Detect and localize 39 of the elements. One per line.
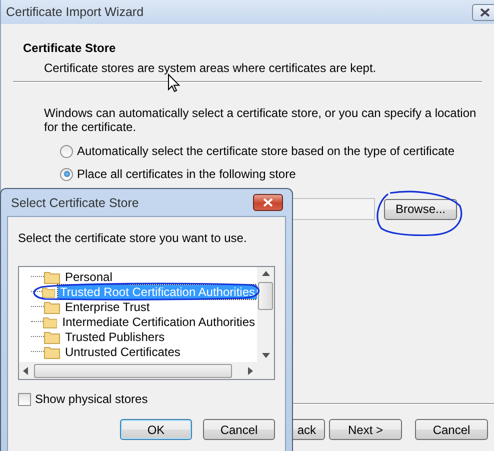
store-item[interactable]: Untrusted Certificates [63, 344, 182, 358]
folder-icon [44, 300, 60, 314]
radio-label: Place all certificates in the following store [77, 167, 296, 181]
scroll-right-icon[interactable] [248, 366, 253, 374]
vertical-scrollbar[interactable] [257, 267, 274, 362]
scroll-thumb[interactable] [258, 282, 273, 310]
page-title: Certificate Store [23, 41, 117, 55]
store-item[interactable]: Intermediate Certification Authorities [60, 314, 257, 328]
browse-button[interactable]: Browse... [384, 198, 457, 220]
cancel-button[interactable]: Cancel [203, 419, 275, 440]
checkbox-label: Show physical stores [35, 392, 148, 406]
intro-text: Windows can automatically select a certificate store, or you can specify a location for the certificate. [44, 106, 478, 134]
radio-button[interactable] [60, 168, 73, 180]
store-item[interactable]: Trusted Publishers [63, 330, 167, 344]
dialog-title: Select Certificate Store [11, 196, 139, 210]
scroll-up-icon[interactable] [262, 271, 270, 276]
store-item[interactable]: Enterprise Trust [63, 300, 152, 314]
close-button[interactable] [472, 4, 494, 20]
checkbox[interactable] [18, 392, 31, 406]
folder-icon [44, 330, 60, 344]
scroll-down-icon[interactable] [262, 353, 270, 358]
radio-button[interactable] [60, 144, 73, 158]
folder-icon [42, 314, 58, 328]
ok-button[interactable]: OK [120, 419, 192, 440]
window-title: Certificate Import Wizard [6, 5, 144, 19]
next-button[interactable]: Next > [329, 419, 402, 440]
scroll-thumb[interactable] [34, 364, 232, 378]
horizontal-scrollbar[interactable] [19, 362, 257, 379]
store-item[interactable]: Personal [63, 270, 114, 284]
close-icon[interactable] [480, 8, 490, 16]
folder-icon [44, 270, 60, 284]
folder-icon [44, 344, 60, 358]
page-subtitle: Certificate stores are system areas where certificates are kept. [44, 61, 376, 75]
prompt-text: Select the certificate store you want to use. [18, 231, 248, 245]
cancel-button[interactable]: Cancel [415, 419, 488, 440]
scroll-left-icon[interactable] [23, 366, 28, 374]
cursor-icon [168, 74, 180, 92]
radio-label: Automatically select the certificate store based on the type of certificate [77, 144, 455, 158]
close-button[interactable] [253, 194, 283, 211]
